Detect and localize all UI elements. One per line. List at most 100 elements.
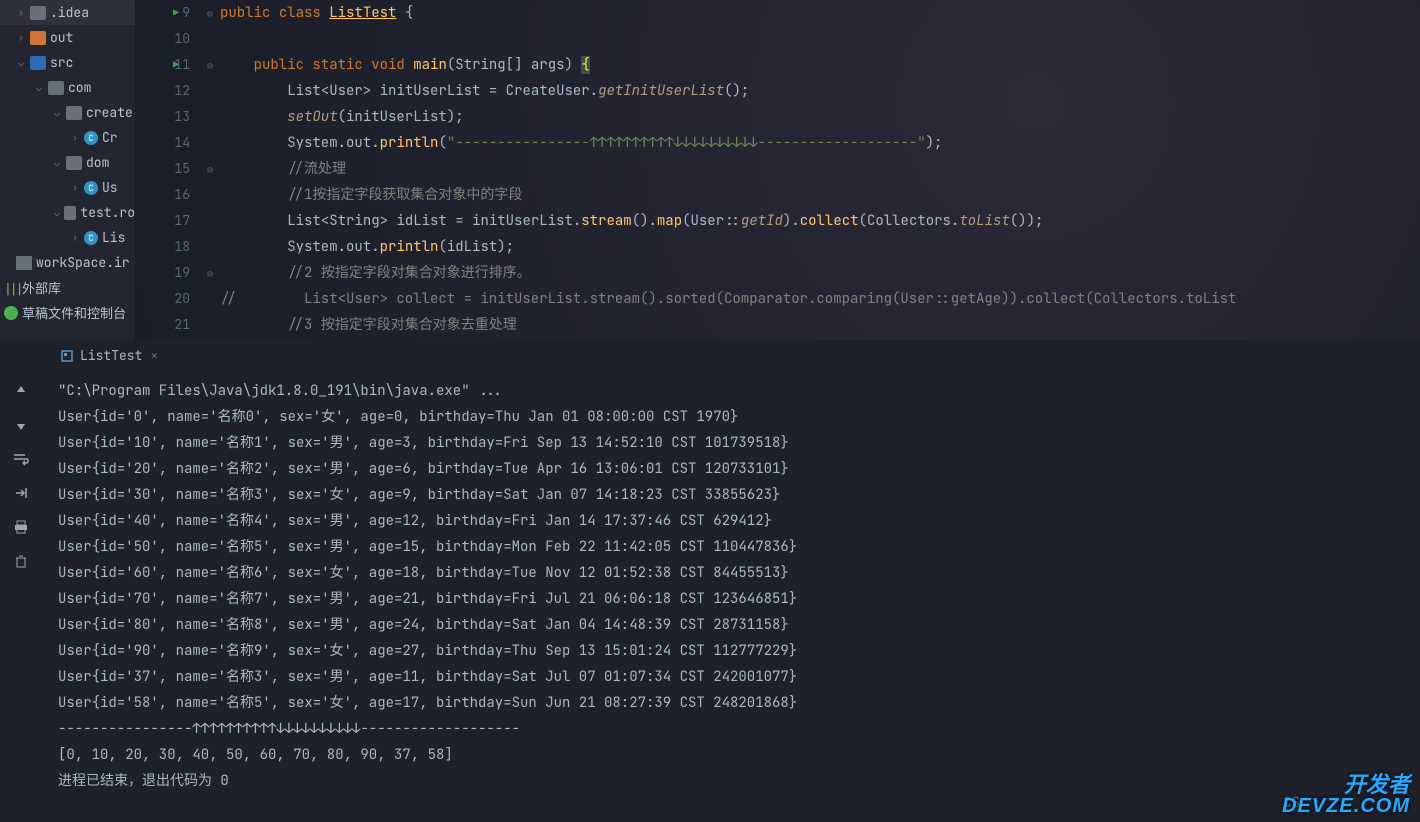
- fold-markers[interactable]: ⊖ ⊖ ⊖ ⊖: [200, 0, 220, 340]
- line-number[interactable]: 21: [135, 312, 190, 338]
- close-tab-icon[interactable]: ×: [150, 347, 158, 364]
- arrow-icon[interactable]: ⌄: [36, 81, 48, 94]
- console-line: User{id='37', name='名称3', sex='男', age=1…: [42, 664, 1420, 690]
- tree-item-com[interactable]: ⌄com: [0, 75, 135, 100]
- external-libraries-label: 外部库: [22, 278, 61, 297]
- tree-item-dom[interactable]: ⌄dom: [0, 150, 135, 175]
- console-line: 进程已结束，退出代码为 0: [42, 768, 1420, 794]
- up-stack-button[interactable]: [10, 380, 32, 402]
- tree-item-label: .idea: [50, 4, 89, 21]
- arrow-icon[interactable]: ⌄: [54, 206, 64, 219]
- fold-marker[interactable]: [200, 312, 220, 338]
- arrow-icon[interactable]: ›: [18, 31, 30, 44]
- arrow-icon[interactable]: ⌄: [18, 56, 30, 69]
- fold-marker[interactable]: [200, 234, 220, 260]
- scratch-icon: [4, 306, 18, 320]
- code-line[interactable]: //流处理: [220, 156, 1420, 182]
- run-gutter-icon[interactable]: ▶: [173, 52, 179, 78]
- line-number[interactable]: 11▶: [135, 52, 190, 78]
- tree-item-testro[interactable]: ⌄test.ro: [0, 200, 135, 225]
- project-sidebar[interactable]: ›.idea›out⌄src⌄com⌄create›CCr⌄dom›CUs⌄te…: [0, 0, 135, 340]
- folder-icon: [30, 6, 46, 20]
- code-line[interactable]: System.out.println("----------------↑↑↑↑…: [220, 130, 1420, 156]
- arrow-icon[interactable]: ›: [72, 131, 84, 144]
- console-line: User{id='80', name='名称8', sex='男', age=2…: [42, 612, 1420, 638]
- run-tab-listtest[interactable]: ListTest ×: [50, 342, 168, 370]
- tree-item-create[interactable]: ⌄create: [0, 100, 135, 125]
- tree-item-label: Us: [102, 179, 118, 196]
- clear-button[interactable]: [10, 550, 32, 572]
- code-editor[interactable]: 9▶1011▶12131415161718192021 ⊖ ⊖ ⊖ ⊖ public …: [135, 0, 1420, 340]
- fold-marker[interactable]: [200, 104, 220, 130]
- tree-item-out[interactable]: ›out: [0, 25, 135, 50]
- fold-marker[interactable]: ⊖: [200, 0, 220, 26]
- code-line[interactable]: public class ListTest {: [220, 0, 1420, 26]
- code-line[interactable]: List<String> idList = initUserList.strea…: [220, 208, 1420, 234]
- tree-item-label: workSpace.ir: [36, 254, 130, 271]
- fold-marker[interactable]: [200, 208, 220, 234]
- tree-item-Lis[interactable]: ›C Lis: [0, 225, 135, 250]
- code-area[interactable]: public class ListTest { public static vo…: [220, 0, 1420, 340]
- run-gutter-icon[interactable]: ▶: [173, 0, 179, 26]
- tree-item-Cr[interactable]: ›CCr: [0, 125, 135, 150]
- code-line[interactable]: setOut(initUserList);: [220, 104, 1420, 130]
- folder-icon: [64, 206, 77, 220]
- line-number[interactable]: 13: [135, 104, 190, 130]
- tree-item-idea[interactable]: › .idea: [0, 0, 135, 25]
- class-icon: C: [84, 231, 98, 245]
- tree-item-label: Cr: [102, 129, 118, 146]
- console-line: User{id='30', name='名称3', sex='女', age=9…: [42, 482, 1420, 508]
- code-line[interactable]: //3 按指定字段对集合对象去重处理: [220, 312, 1420, 338]
- soft-wrap-button[interactable]: [10, 448, 32, 470]
- fold-marker[interactable]: [200, 78, 220, 104]
- line-number[interactable]: 18: [135, 234, 190, 260]
- arrow-icon[interactable]: ⌄: [54, 156, 66, 169]
- line-number[interactable]: 16: [135, 182, 190, 208]
- code-line[interactable]: public static void main(String[] args) {: [220, 52, 1420, 78]
- fold-marker[interactable]: [200, 26, 220, 52]
- fold-marker[interactable]: [200, 182, 220, 208]
- code-line[interactable]: //1按指定字段获取集合对象中的字段: [220, 182, 1420, 208]
- console-output[interactable]: "C:\Program Files\Java\jdk1.8.0_191\bin\…: [42, 372, 1420, 822]
- tree-item-Us[interactable]: ›C Us: [0, 175, 135, 200]
- code-line[interactable]: //2 按指定字段对集合对象进行排序。: [220, 260, 1420, 286]
- class-icon: C: [84, 181, 98, 195]
- tree-item-src[interactable]: ⌄ src: [0, 50, 135, 75]
- print-button[interactable]: [10, 516, 32, 538]
- arrow-icon[interactable]: ›: [18, 6, 30, 19]
- run-panel: ListTest × "C:\Program Files\Java\jdk1.8…: [0, 340, 1420, 822]
- line-number[interactable]: 12: [135, 78, 190, 104]
- console-line: User{id='60', name='名称6', sex='女', age=1…: [42, 560, 1420, 586]
- fold-marker[interactable]: [200, 286, 220, 312]
- external-libraries[interactable]: 外部库: [0, 275, 135, 300]
- fold-marker[interactable]: ⊖: [200, 260, 220, 286]
- line-number[interactable]: 20: [135, 286, 190, 312]
- code-line[interactable]: // List<User> collect = initUserList.str…: [220, 286, 1420, 312]
- folder-icon: [66, 106, 82, 120]
- scratches-item[interactable]: 草稿文件和控制台: [0, 300, 135, 325]
- tree-item-workSpaceir[interactable]: workSpace.ir: [0, 250, 135, 275]
- console-line: User{id='70', name='名称7', sex='男', age=2…: [42, 586, 1420, 612]
- tree-item-label: src: [50, 54, 73, 71]
- line-number[interactable]: 15: [135, 156, 190, 182]
- arrow-icon[interactable]: ›: [72, 231, 84, 244]
- line-number[interactable]: 19: [135, 260, 190, 286]
- arrow-icon[interactable]: ›: [72, 181, 84, 194]
- code-line[interactable]: [220, 26, 1420, 52]
- file-icon: [16, 256, 32, 270]
- fold-marker[interactable]: ⊖: [200, 52, 220, 78]
- arrow-icon[interactable]: ⌄: [54, 106, 66, 119]
- console-line: User{id='10', name='名称1', sex='男', age=3…: [42, 430, 1420, 456]
- fold-marker[interactable]: ⊖: [200, 156, 220, 182]
- scroll-end-button[interactable]: [10, 482, 32, 504]
- fold-marker[interactable]: [200, 130, 220, 156]
- line-number[interactable]: 9▶: [135, 0, 190, 26]
- line-number[interactable]: 17: [135, 208, 190, 234]
- code-line[interactable]: System.out.println(idList);: [220, 234, 1420, 260]
- tree-item-label: Lis: [102, 229, 125, 246]
- line-number[interactable]: 10: [135, 26, 190, 52]
- line-number[interactable]: 14: [135, 130, 190, 156]
- line-gutter[interactable]: 9▶1011▶12131415161718192021: [135, 0, 200, 340]
- down-stack-button[interactable]: [10, 414, 32, 436]
- code-line[interactable]: List<User> initUserList = CreateUser.get…: [220, 78, 1420, 104]
